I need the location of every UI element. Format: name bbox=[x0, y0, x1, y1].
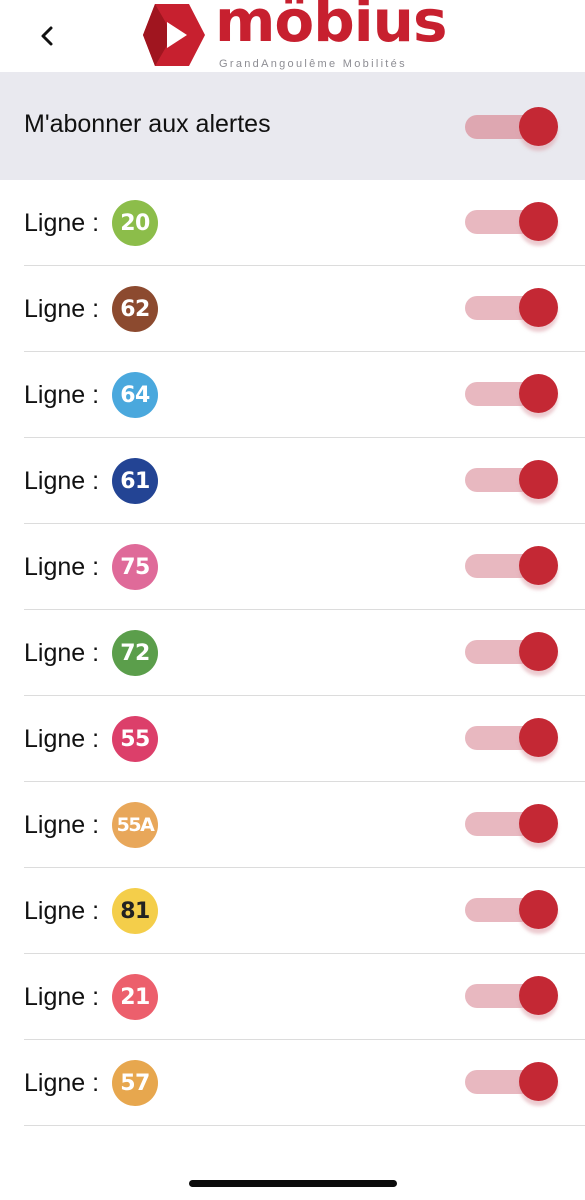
home-indicator bbox=[189, 1180, 397, 1187]
line-row: Ligne : 55A bbox=[0, 782, 585, 868]
line-row: Ligne : 61 bbox=[0, 438, 585, 524]
line-label: Ligne : bbox=[24, 209, 100, 237]
line-alert-toggle-72[interactable] bbox=[465, 629, 561, 673]
toggle-knob bbox=[519, 546, 558, 585]
app-header: möbius GrandAngoulême Mobilités bbox=[0, 0, 585, 72]
line-alert-toggle-61[interactable] bbox=[465, 457, 561, 501]
toggle-knob bbox=[519, 632, 558, 671]
toggle-knob bbox=[519, 976, 558, 1015]
toggle-knob bbox=[519, 460, 558, 499]
line-alert-toggle-55[interactable] bbox=[465, 715, 561, 759]
play-logo-icon bbox=[143, 4, 205, 66]
line-row: Ligne : 81 bbox=[0, 868, 585, 954]
line-alert-toggle-64[interactable] bbox=[465, 371, 561, 415]
line-row: Ligne : 75 bbox=[0, 524, 585, 610]
line-alert-toggle-75[interactable] bbox=[465, 543, 561, 587]
line-label: Ligne : bbox=[24, 983, 100, 1011]
logo-wordmark: möbius bbox=[215, 0, 447, 55]
line-row: Ligne : 55 bbox=[0, 696, 585, 782]
toggle-knob bbox=[519, 1062, 558, 1101]
toggle-knob bbox=[519, 202, 558, 241]
line-label: Ligne : bbox=[24, 639, 100, 667]
line-alert-toggle-57[interactable] bbox=[465, 1059, 561, 1103]
line-row: Ligne : 20 bbox=[0, 180, 585, 266]
line-label: Ligne : bbox=[24, 295, 100, 323]
line-alert-toggle-20[interactable] bbox=[465, 199, 561, 243]
line-label: Ligne : bbox=[24, 553, 100, 581]
line-label: Ligne : bbox=[24, 1069, 100, 1097]
line-row-partial bbox=[0, 1126, 585, 1146]
line-badge-64: 64 bbox=[112, 372, 158, 418]
line-badge-72: 72 bbox=[112, 630, 158, 676]
subscribe-alerts-row: M'abonner aux alertes bbox=[0, 72, 585, 180]
chevron-left-icon bbox=[41, 26, 53, 46]
toggle-knob bbox=[519, 374, 558, 413]
line-alert-toggle-81[interactable] bbox=[465, 887, 561, 931]
line-row: Ligne : 62 bbox=[0, 266, 585, 352]
line-badge-61: 61 bbox=[112, 458, 158, 504]
line-label: Ligne : bbox=[24, 381, 100, 409]
line-label: Ligne : bbox=[24, 811, 100, 839]
line-badge-55a: 55A bbox=[112, 802, 158, 848]
line-row: Ligne : 21 bbox=[0, 954, 585, 1040]
subscribe-alerts-label: M'abonner aux alertes bbox=[24, 110, 271, 138]
line-badge-75: 75 bbox=[112, 544, 158, 590]
line-alert-toggle-21[interactable] bbox=[465, 973, 561, 1017]
line-row: Ligne : 64 bbox=[0, 352, 585, 438]
line-label: Ligne : bbox=[24, 725, 100, 753]
subscribe-alerts-toggle[interactable] bbox=[465, 104, 561, 148]
alerts-screen: möbius GrandAngoulême Mobilités M'abonne… bbox=[0, 0, 585, 1200]
line-badge-81: 81 bbox=[112, 888, 158, 934]
mobius-logo: möbius GrandAngoulême Mobilités bbox=[143, 0, 447, 70]
line-badge-20: 20 bbox=[112, 200, 158, 246]
line-label: Ligne : bbox=[24, 897, 100, 925]
toggle-knob bbox=[519, 107, 558, 146]
toggle-knob bbox=[519, 804, 558, 843]
toggle-knob bbox=[519, 890, 558, 929]
line-badge-57: 57 bbox=[112, 1060, 158, 1106]
line-alert-toggle-62[interactable] bbox=[465, 285, 561, 329]
line-badge-62: 62 bbox=[112, 286, 158, 332]
line-label: Ligne : bbox=[24, 467, 100, 495]
back-button[interactable] bbox=[28, 14, 68, 58]
line-badge-55: 55 bbox=[112, 716, 158, 762]
logo-tagline: GrandAngoulême Mobilités bbox=[219, 58, 407, 70]
line-list: Ligne :20 Ligne :62 Ligne :64 Ligne :61 Lign… bbox=[0, 180, 585, 1146]
line-badge-21: 21 bbox=[112, 974, 158, 1020]
line-row: Ligne : 72 bbox=[0, 610, 585, 696]
line-row: Ligne : 57 bbox=[0, 1040, 585, 1126]
toggle-knob bbox=[519, 288, 558, 327]
line-alert-toggle-55a[interactable] bbox=[465, 801, 561, 845]
toggle-knob bbox=[519, 718, 558, 757]
